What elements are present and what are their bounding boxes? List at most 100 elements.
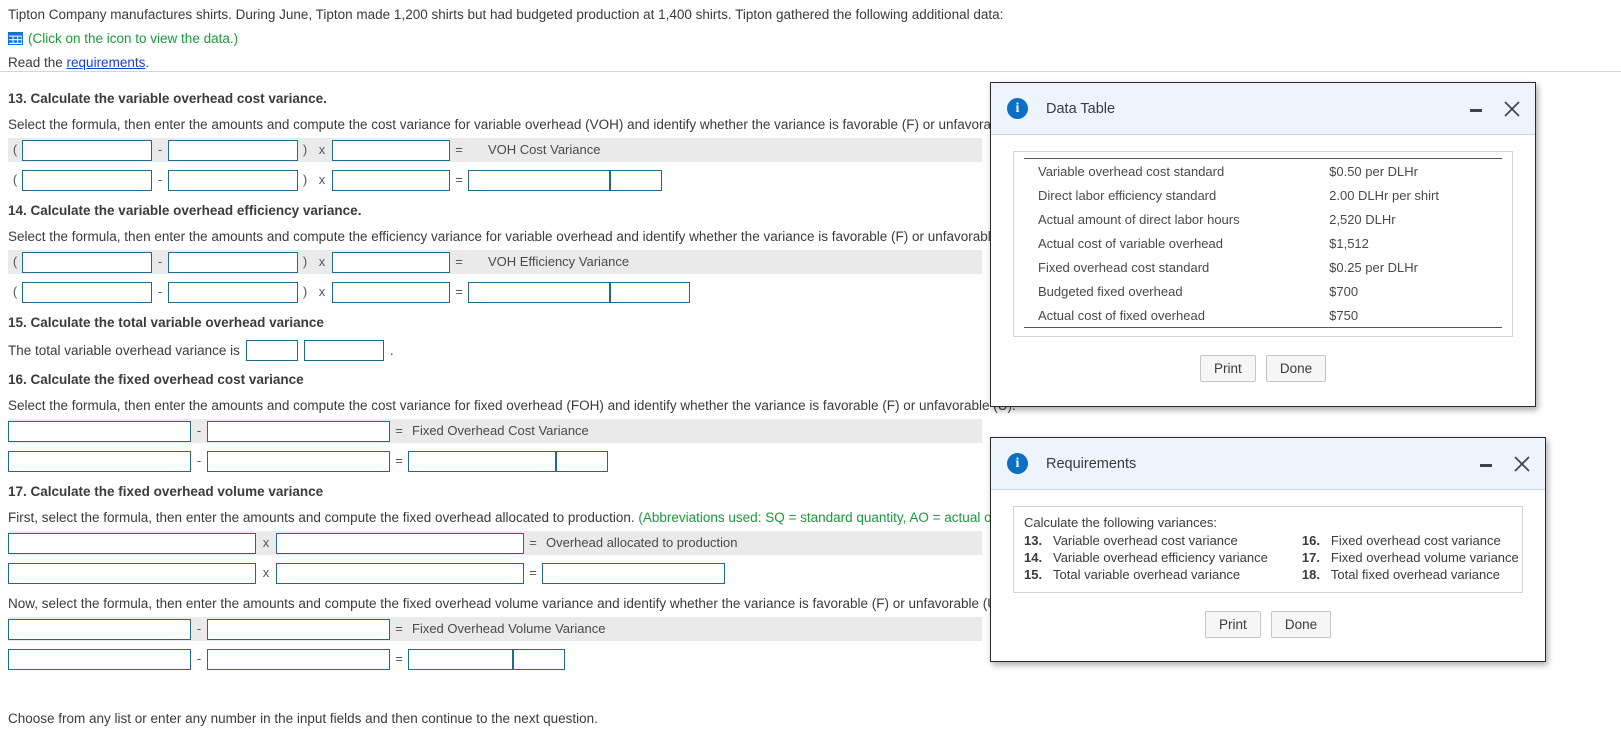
q14-formula-input-1[interactable] — [22, 251, 152, 273]
q17-amount-input-1[interactable] — [8, 562, 256, 584]
q17-formula-input-1[interactable] — [8, 532, 256, 554]
q16-favorable-input[interactable] — [556, 450, 608, 472]
read-suffix-text: . — [145, 55, 150, 70]
q16-amount-row: - = — [8, 449, 982, 473]
q15-sentence-prefix: The total variable overhead variance is — [8, 343, 240, 358]
question-13-number: 13. — [8, 91, 27, 106]
list-item-text: Fixed overhead cost variance — [1330, 533, 1501, 548]
question-15-title: 15. Calculate the total variable overhea… — [8, 315, 982, 330]
list-item-text: Fixed overhead volume variance — [1330, 550, 1519, 565]
data-table-dialog-header: i Data Table — [991, 83, 1535, 135]
minimize-icon[interactable] — [1475, 453, 1497, 475]
data-table: Variable overhead cost standard $0.50 pe… — [1024, 158, 1502, 328]
q14-favorable-input[interactable] — [610, 281, 690, 303]
data-table-link-row[interactable]: (Click on the icon to view the data.) — [8, 30, 1613, 47]
question-17-instruction-b: Now, select the formula, then enter the … — [8, 596, 1006, 611]
data-table-container: Variable overhead cost standard $0.50 pe… — [1013, 151, 1513, 337]
times-operator: x — [262, 565, 270, 580]
question-14-title: 14. Calculate the variable overhead effi… — [8, 203, 982, 218]
read-prefix-text: Read the — [8, 55, 67, 70]
q17-allocated-result-input[interactable] — [542, 562, 725, 584]
print-button[interactable]: Print — [1204, 611, 1261, 638]
table-cell-label: Actual cost of variable overhead — [1038, 235, 1223, 251]
done-button[interactable]: Done — [1270, 611, 1332, 638]
q17-abbreviations-note: (Abbreviations used: SQ = standard quant… — [638, 510, 1030, 525]
q15-favorable-input[interactable] — [303, 340, 384, 361]
close-icon[interactable] — [1501, 98, 1523, 120]
table-cell-value: $700 — [1329, 283, 1359, 299]
q17-volume-result-input[interactable] — [408, 648, 513, 670]
question-16-instruction: Select the formula, then enter the amoun… — [8, 398, 1016, 413]
list-item-number: 17. — [1301, 550, 1320, 565]
q17-amount-input-2[interactable] — [276, 562, 524, 584]
times-operator: x — [318, 142, 326, 157]
q16-amount-input-2[interactable] — [207, 450, 390, 472]
table-cell-value: $750 — [1325, 303, 1502, 328]
q17-volume-amount-row: - = — [8, 647, 982, 671]
q17-volume-formula-input-2[interactable] — [207, 618, 390, 640]
list-item: 18. Total fixed overhead variance — [1302, 567, 1519, 582]
q13-amount-row: ( - ) x = — [8, 168, 982, 192]
table-cell-label: Variable overhead cost standard — [1024, 158, 1326, 183]
q16-amount-input-1[interactable] — [8, 450, 191, 472]
question-17-number: 17. — [8, 484, 27, 499]
grid-table-icon[interactable] — [8, 32, 23, 45]
questions-area: 13. Calculate the variable overhead cost… — [0, 80, 1035, 671]
q13-result-input[interactable] — [468, 169, 610, 191]
q14-amount-input-3[interactable] — [332, 281, 450, 303]
q14-result-label: VOH Efficiency Variance — [488, 254, 630, 269]
q17-volume-amount-input-1[interactable] — [8, 648, 191, 670]
q15-amount-input[interactable] — [245, 340, 298, 361]
problem-intro-text: Tipton Company manufactures shirts. Duri… — [8, 7, 1004, 22]
problem-statement: Tipton Company manufactures shirts. Duri… — [0, 0, 1621, 70]
q13-amount-input-1[interactable] — [22, 169, 152, 191]
equals-operator: = — [455, 284, 463, 299]
q13-formula-input-2[interactable] — [168, 139, 298, 161]
open-paren: ( — [12, 254, 18, 269]
table-cell-label: Actual amount of direct labor hours — [1038, 211, 1240, 227]
equals-operator: = — [395, 651, 403, 666]
question-16-number: 16. — [8, 372, 27, 387]
list-item-number: 14. — [1024, 550, 1043, 565]
q14-amount-input-2[interactable] — [168, 281, 298, 303]
q13-formula-input-3[interactable] — [332, 139, 450, 161]
list-item-number: 15. — [1024, 567, 1043, 582]
equals-operator: = — [395, 621, 403, 636]
q14-result-input[interactable] — [468, 281, 610, 303]
print-button[interactable]: Print — [1199, 355, 1256, 382]
question-17-text: Calculate the fixed overhead volume vari… — [26, 484, 324, 499]
close-icon[interactable] — [1511, 453, 1533, 475]
table-row: Actual cost of variable overhead $1,512 — [1024, 231, 1502, 255]
list-item: 16. Fixed overhead cost variance — [1302, 533, 1519, 548]
view-data-link[interactable]: (Click on the icon to view the data.) — [28, 31, 238, 46]
table-row: Budgeted fixed overhead $700 — [1024, 279, 1502, 303]
equals-operator: = — [395, 453, 403, 468]
minimize-icon[interactable] — [1465, 98, 1487, 120]
requirements-window-controls — [1475, 438, 1533, 490]
open-paren: ( — [12, 142, 18, 157]
list-item-text: Variable overhead efficiency variance — [1053, 550, 1268, 565]
q13-amount-input-2[interactable] — [168, 169, 298, 191]
q16-result-input[interactable] — [408, 450, 556, 472]
q13-formula-input-1[interactable] — [22, 139, 152, 161]
q14-formula-input-3[interactable] — [332, 251, 450, 273]
q17-volume-formula-input-1[interactable] — [8, 618, 191, 640]
q16-formula-input-1[interactable] — [8, 420, 191, 442]
q13-amount-input-3[interactable] — [332, 169, 450, 191]
q17-volume-amount-input-2[interactable] — [207, 648, 390, 670]
q14-amount-input-1[interactable] — [22, 281, 152, 303]
q13-favorable-input[interactable] — [610, 169, 662, 191]
equals-operator: = — [455, 172, 463, 187]
minus-operator: - — [157, 254, 163, 269]
q17-formula-input-2[interactable] — [276, 532, 524, 554]
q17-volume-favorable-input[interactable] — [513, 648, 565, 670]
table-row: Fixed overhead cost standard $0.25 per D… — [1024, 255, 1502, 279]
info-icon: i — [1007, 453, 1028, 474]
equals-operator: = — [529, 565, 537, 580]
q14-formula-row: ( - ) x = VOH Efficiency Variance — [8, 250, 982, 274]
minus-operator: - — [157, 284, 163, 299]
q14-formula-input-2[interactable] — [168, 251, 298, 273]
requirements-link[interactable]: requirements — [67, 55, 146, 70]
done-button[interactable]: Done — [1265, 355, 1327, 382]
q16-formula-input-2[interactable] — [207, 420, 390, 442]
